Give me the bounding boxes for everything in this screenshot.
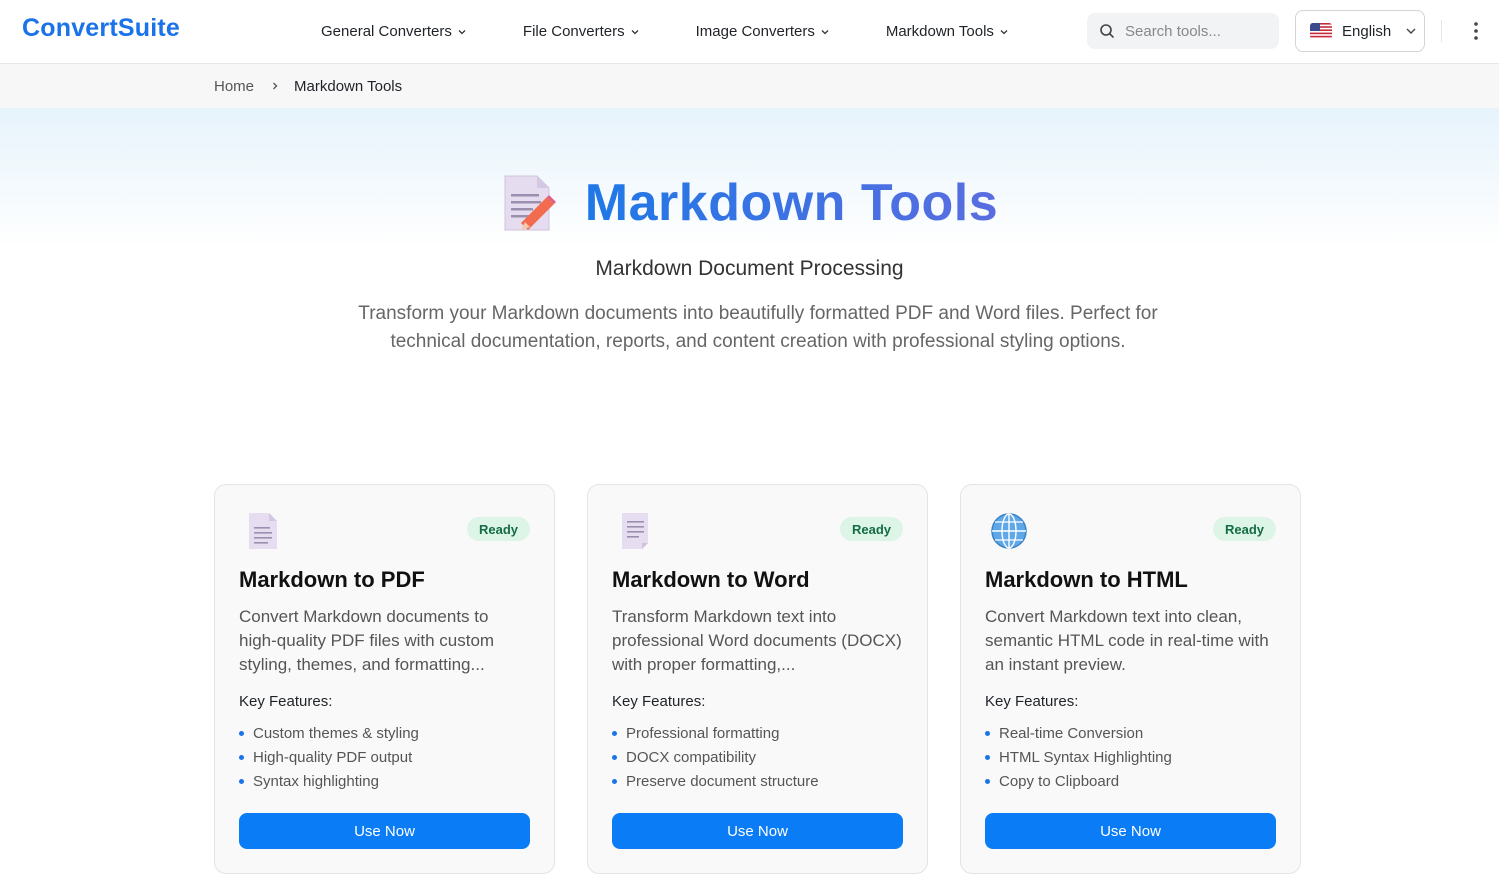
breadcrumb-home-link[interactable]: Home	[214, 78, 254, 95]
status-badge: Ready	[1212, 517, 1276, 541]
more-options-icon[interactable]	[1466, 20, 1486, 42]
nav-markdown-tools[interactable]: Markdown Tools	[886, 23, 1009, 40]
breadcrumb-current: Markdown Tools	[294, 77, 403, 95]
search-icon	[1100, 24, 1114, 38]
feature-item: High-quality PDF output	[239, 745, 419, 769]
card-description: Convert Markdown documents to high-quali…	[239, 607, 495, 674]
chevron-down-icon	[631, 29, 639, 34]
feature-item: Copy to Clipboard	[985, 769, 1172, 793]
page-icon	[622, 513, 648, 549]
nav-general-converters[interactable]: General Converters	[321, 23, 467, 40]
card-description: Convert Markdown text into clean, semant…	[985, 607, 1269, 674]
card-description: Transform Markdown text into professiona…	[612, 607, 902, 674]
nav-image-converters[interactable]: Image Converters	[696, 23, 830, 40]
chevron-down-icon	[1406, 28, 1416, 34]
search-input[interactable]	[1125, 22, 1265, 40]
use-now-button[interactable]: Use Now	[239, 813, 530, 849]
nav-label: General Converters	[321, 23, 452, 40]
breadcrumb: Home Markdown Tools	[0, 64, 1499, 108]
search-box[interactable]	[1087, 13, 1279, 49]
feature-item: Professional formatting	[612, 721, 819, 745]
card-title: Markdown to PDF	[239, 567, 425, 592]
card-title: Markdown to Word	[612, 567, 810, 592]
use-now-button[interactable]: Use Now	[985, 813, 1276, 849]
site-logo[interactable]: ConvertSuite	[22, 14, 180, 43]
feature-item: Custom themes & styling	[239, 721, 419, 745]
feature-item: Syntax highlighting	[239, 769, 419, 793]
status-badge: Ready	[839, 517, 903, 541]
chevron-down-icon	[821, 29, 829, 34]
chevron-down-icon	[1000, 29, 1008, 34]
page-description: Transform your Markdown documents into b…	[358, 303, 1158, 352]
header-divider	[1441, 20, 1442, 42]
status-badge: Ready	[466, 517, 530, 541]
page-title: Markdown Tools	[584, 174, 999, 232]
page-subtitle: Markdown Document Processing	[595, 257, 904, 280]
chevron-right-icon	[273, 82, 278, 90]
features-label: Key Features:	[985, 693, 1079, 710]
features-list: Real-time Conversion HTML Syntax Highlig…	[985, 721, 1172, 793]
main-nav: General Converters File Converters Image…	[321, 0, 1065, 63]
feature-item: DOCX compatibility	[612, 745, 819, 769]
top-header: ConvertSuite General Converters File Con…	[0, 0, 1499, 64]
feature-item: HTML Syntax Highlighting	[985, 745, 1172, 769]
language-label: English	[1342, 22, 1392, 40]
use-now-button[interactable]: Use Now	[612, 813, 903, 849]
document-icon	[249, 513, 277, 549]
nav-label: File Converters	[522, 23, 625, 40]
hero-title-row: Markdown Tools	[0, 172, 1499, 234]
features-label: Key Features:	[239, 693, 333, 710]
chevron-down-icon	[458, 29, 466, 34]
card-title: Markdown to HTML	[985, 567, 1188, 592]
memo-pencil-icon	[504, 175, 556, 231]
features-list: Professional formatting DOCX compatibili…	[612, 721, 819, 793]
language-selector[interactable]: English	[1295, 10, 1425, 52]
nav-label: Image Converters	[695, 23, 815, 40]
nav-file-converters[interactable]: File Converters	[523, 23, 640, 40]
tool-card-markdown-to-html[interactable]: Ready Markdown to HTML Convert Markdown …	[960, 484, 1301, 874]
us-flag-icon	[1310, 23, 1332, 39]
features-list: Custom themes & styling High-quality PDF…	[239, 721, 419, 793]
features-label: Key Features:	[612, 693, 706, 710]
tool-card-markdown-to-word[interactable]: Ready Markdown to Word Transform Markdow…	[587, 484, 928, 874]
globe-icon	[991, 513, 1027, 549]
feature-item: Real-time Conversion	[985, 721, 1172, 745]
feature-item: Preserve document structure	[612, 769, 819, 793]
tool-card-markdown-to-pdf[interactable]: Ready Markdown to PDF Convert Markdown d…	[214, 484, 555, 874]
nav-label: Markdown Tools	[885, 23, 994, 40]
